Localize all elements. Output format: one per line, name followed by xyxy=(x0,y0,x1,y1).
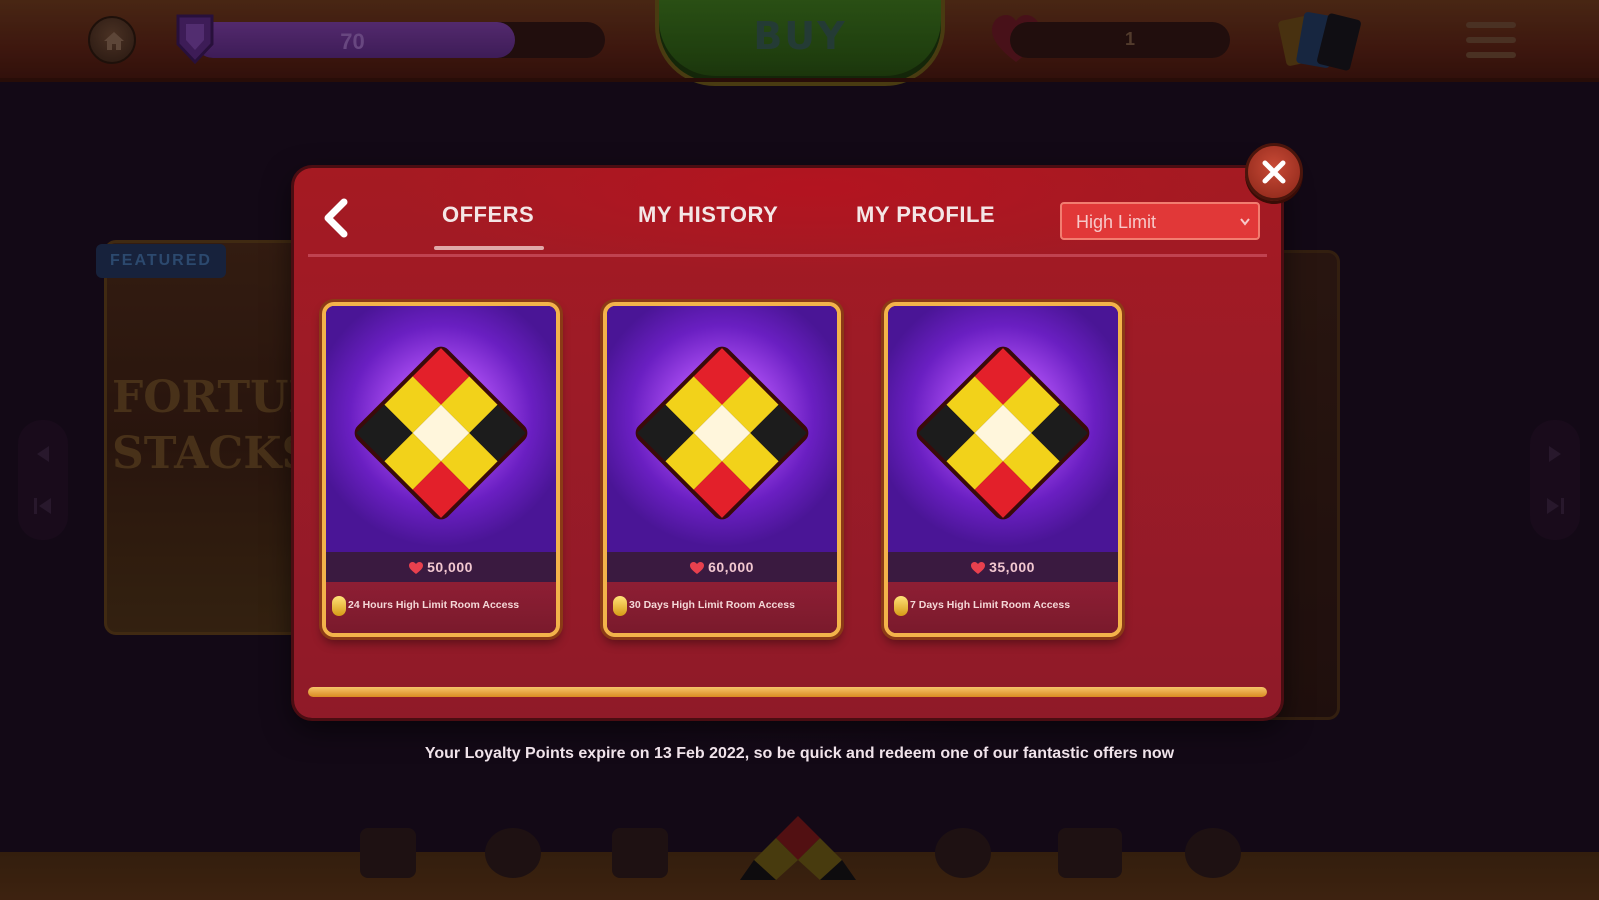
offer-description-bar: 7 Days High Limit Room Access xyxy=(888,582,1118,633)
offer-price-bar: 50,000 xyxy=(326,552,556,582)
offer-card[interactable]: 35,000 7 Days High Limit Room Access xyxy=(884,302,1122,637)
offer-price-bar: 35,000 xyxy=(888,552,1118,582)
offers-scrollbar-thumb[interactable] xyxy=(308,687,1267,697)
offer-price: 60,000 xyxy=(708,559,754,575)
loyalty-expiry-note: Your Loyalty Points expire on 13 Feb 202… xyxy=(424,745,1175,762)
heart-icon xyxy=(690,561,705,574)
offer-card-art xyxy=(607,306,837,552)
heart-icon xyxy=(409,561,424,574)
coin-icon xyxy=(332,596,346,616)
offer-card-art xyxy=(888,306,1118,552)
heart-icon xyxy=(971,561,986,574)
tab-offers[interactable]: OFFERS xyxy=(442,202,534,228)
offer-description: 30 Days High Limit Room Access xyxy=(629,599,795,611)
tab-my-profile[interactable]: MY PROFILE xyxy=(856,202,995,228)
loyalty-dialog: OFFERS MY HISTORY MY PROFILE High Limit xyxy=(294,168,1281,718)
active-tab-indicator xyxy=(434,246,544,250)
offer-description-bar: 24 Hours High Limit Room Access xyxy=(326,582,556,633)
offer-card[interactable]: 50,000 24 Hours High Limit Room Access xyxy=(322,302,560,637)
chevron-down-icon xyxy=(1240,218,1250,226)
loyalty-diamond-icon xyxy=(635,346,809,520)
coin-icon xyxy=(613,596,627,616)
offer-price: 50,000 xyxy=(427,559,473,575)
offer-price: 35,000 xyxy=(989,559,1035,575)
offer-description: 24 Hours High Limit Room Access xyxy=(348,599,520,611)
offer-price-bar: 60,000 xyxy=(607,552,837,582)
loyalty-diamond-icon xyxy=(916,346,1090,520)
close-button[interactable] xyxy=(1245,143,1303,201)
loyalty-diamond-icon xyxy=(354,346,528,520)
offer-card[interactable]: 60,000 30 Days High Limit Room Access xyxy=(603,302,841,637)
tabs-divider xyxy=(308,254,1267,257)
coin-icon xyxy=(894,596,908,616)
offers-scrollbar[interactable] xyxy=(308,687,1267,697)
offer-card-art xyxy=(326,306,556,552)
offer-description-bar: 30 Days High Limit Room Access xyxy=(607,582,837,633)
back-arrow-icon[interactable] xyxy=(318,198,354,238)
close-icon xyxy=(1262,160,1286,184)
category-value: High Limit xyxy=(1076,212,1157,232)
tab-my-history[interactable]: MY HISTORY xyxy=(638,202,778,228)
category-dropdown[interactable]: High Limit xyxy=(1060,202,1260,240)
offer-description: 7 Days High Limit Room Access xyxy=(910,599,1071,611)
